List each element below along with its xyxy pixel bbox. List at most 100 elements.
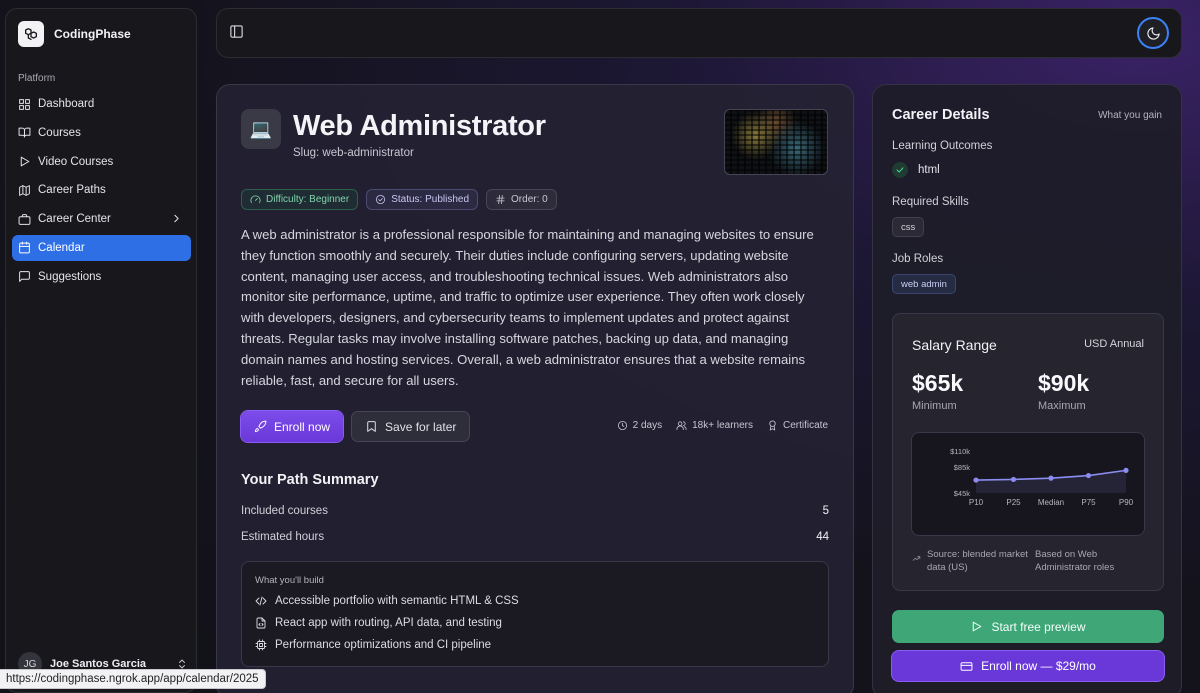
outcome-text: html [918, 164, 940, 176]
job-roles-label: Job Roles [892, 253, 944, 265]
salary-point [1123, 467, 1129, 473]
bookmark-icon [367, 421, 376, 432]
career-details-panel: Career Details What you gain Learning Ou… [872, 84, 1182, 693]
difficulty-badge: Difficulty: Beginner [241, 189, 359, 210]
briefcase-icon [18, 213, 31, 225]
credit-card-icon [960, 661, 973, 671]
x-tick-label: P25 [1006, 498, 1021, 507]
build-item-text: Performance optimizations and CI pipelin… [275, 639, 492, 651]
salary-point [1010, 476, 1017, 483]
meta-learners: 18k+ learners [676, 420, 753, 431]
sidebar-item-dashboard[interactable]: Dashboard [12, 91, 191, 117]
meta-duration: 2 days [617, 420, 662, 431]
list-item: Accessible portfolio with semantic HTML … [255, 595, 519, 607]
sidebar-item-label: Career Center [38, 213, 111, 226]
gauge-icon [250, 195, 261, 204]
build-item-text: Accessible portfolio with semantic HTML … [275, 595, 519, 607]
page-title: Web Administrator [293, 110, 546, 142]
enroll-subscription-button[interactable]: Enroll now — $29/mo [892, 651, 1164, 681]
sidebar-item-video-courses[interactable]: Video Courses [12, 149, 191, 175]
duration-text: 2 days [632, 420, 663, 431]
theme-toggle-button[interactable] [1137, 17, 1169, 49]
trending-up-icon [912, 554, 921, 563]
salary-max-value: $90k [1038, 370, 1090, 396]
book-open-icon [18, 127, 31, 138]
learners-text: 18k+ learners [692, 420, 753, 431]
sidebar-item-label: Courses [38, 126, 81, 139]
play-icon [973, 621, 982, 632]
sidebar-item-calendar[interactable]: Calendar [12, 234, 191, 261]
salary-min-value: $65k [912, 370, 964, 396]
clock-icon [617, 420, 627, 431]
enroll-now-label: Enroll now [274, 419, 331, 434]
code-icon [255, 596, 267, 606]
what-you-build-panel: What you'll build Accessible portfolio w… [241, 561, 829, 667]
salary-source: Source: blended market data (US) [927, 549, 1028, 573]
save-for-later-button[interactable]: Save for later [351, 411, 471, 442]
sidebar-item-label: Suggestions [38, 270, 102, 283]
salary-currency: USD Annual [1084, 338, 1144, 350]
required-skills-label: Required Skills [892, 196, 969, 208]
status-badge-label: Status: Published [391, 194, 470, 205]
map-icon [19, 185, 30, 196]
enroll-now-button[interactable]: Enroll now [241, 411, 344, 442]
sidebar-toggle-button[interactable] [229, 24, 244, 39]
course-slug: Slug: web-administrator [293, 147, 414, 159]
calendar-icon [19, 242, 30, 254]
enroll-subscription-label: Enroll now — $29/mo [981, 659, 1096, 673]
salary-title: Salary Range [912, 337, 997, 353]
laptop-icon: 💻 [241, 109, 281, 149]
users-icon [676, 421, 687, 431]
hash-icon [496, 194, 505, 205]
salary-min-label: Minimum [912, 400, 957, 412]
brand[interactable]: CodingPhase [18, 21, 131, 47]
sidebar-item-label: Career Paths [38, 184, 106, 197]
summary-row-included-courses: Included courses 5 [241, 505, 829, 517]
salary-point [1048, 475, 1054, 481]
order-badge-label: Order: 0 [511, 194, 548, 205]
panel-left-icon [230, 25, 243, 38]
meta-certificate: Certificate [767, 420, 828, 431]
summary-row-estimated-hours: Estimated hours 44 [241, 531, 829, 543]
difficulty-badge-label: Difficulty: Beginner [266, 194, 350, 205]
chevron-right-icon [174, 214, 179, 223]
grid-icon [19, 98, 30, 110]
award-icon [769, 420, 776, 431]
start-free-preview-button[interactable]: Start free preview [892, 610, 1164, 643]
certificate-text: Certificate [782, 420, 828, 431]
status-bar-url: https://codingphase.ngrok.app/app/calend… [0, 669, 266, 689]
sidebar-item-suggestions[interactable]: Suggestions [12, 264, 191, 290]
salary-max-label: Maximum [1038, 400, 1086, 412]
salary-chart: $110k $85k $45k P10 P25 Median P75 P90 [911, 432, 1145, 536]
save-for-later-label: Save for later [385, 419, 457, 434]
skill-chip: css [892, 217, 925, 237]
sidebar-item-label: Dashboard [38, 98, 95, 110]
brand-name: CodingPhase [54, 27, 131, 41]
message-square-icon [19, 271, 30, 283]
cpu-icon [255, 639, 267, 651]
course-badges: Difficulty: Beginner Status: Published O… [241, 189, 557, 210]
list-item: html [892, 162, 940, 178]
what-you-build-title: What you'll build [255, 575, 324, 586]
y-tick-label: $45k [954, 489, 971, 498]
rocket-icon [254, 420, 267, 433]
course-card: 💻 Web Administrator Slug: web-administra… [216, 84, 854, 693]
sidebar-item-career-paths[interactable]: Career Paths [12, 177, 191, 203]
moon-icon [1146, 26, 1160, 40]
x-tick-label: Median [1038, 498, 1064, 507]
check-circle-icon [376, 194, 386, 205]
salary-point [973, 477, 979, 483]
course-description: A web administrator is a professional re… [241, 227, 814, 388]
role-chip: web admin [892, 274, 956, 294]
y-tick-label: $110k [950, 447, 970, 456]
summary-row-label: Estimated hours [241, 531, 325, 543]
learning-outcomes-label: Learning Outcomes [892, 140, 993, 152]
x-tick-label: P75 [1081, 498, 1096, 507]
career-details-hint: What you gain [1098, 110, 1162, 121]
career-details-title: Career Details [892, 107, 990, 123]
sidebar-item-career-center[interactable]: Career Center [12, 206, 191, 232]
top-bar [216, 8, 1182, 58]
course-meta: 2 days 18k+ learners Certificate [617, 420, 828, 431]
brand-logo-icon [18, 21, 44, 47]
sidebar-item-courses[interactable]: Courses [12, 120, 191, 146]
